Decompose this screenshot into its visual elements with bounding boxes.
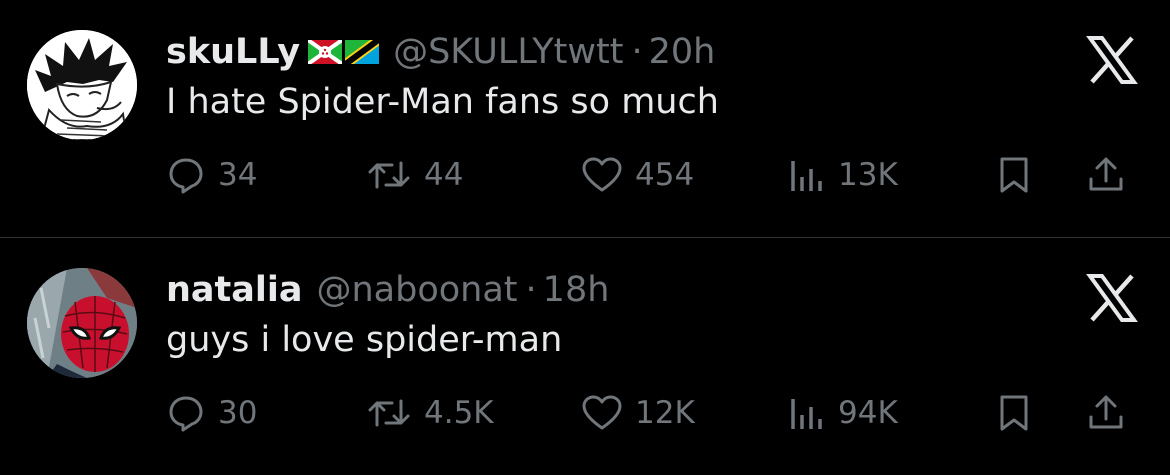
retweet-count: 4.5K xyxy=(424,395,494,431)
manga-character-avatar xyxy=(27,30,137,140)
tweet-text: I hate Spider-Man fans so much xyxy=(166,82,719,122)
flag-emojis xyxy=(308,40,380,64)
user-handle[interactable]: @SKULLYtwtt xyxy=(393,32,623,72)
like-button[interactable]: 454 xyxy=(581,150,694,200)
spider-man-avatar xyxy=(27,268,137,378)
x-logo-icon xyxy=(1086,36,1138,84)
like-button[interactable]: 12K xyxy=(581,388,695,438)
like-count: 12K xyxy=(635,395,695,431)
reply-count: 30 xyxy=(218,395,258,431)
heart-icon xyxy=(582,395,622,430)
tweet-card[interactable]: natalia @naboonat · 18h guys i love spid… xyxy=(0,238,1170,475)
x-logo-icon xyxy=(1086,274,1138,322)
retweet-count: 44 xyxy=(424,157,464,193)
share-button[interactable] xyxy=(1086,388,1126,438)
speech-bubble-icon xyxy=(169,396,203,432)
speech-bubble-icon xyxy=(169,158,203,194)
tweet-text: guys i love spider-man xyxy=(166,320,563,360)
retweet-arrows-icon xyxy=(368,399,410,427)
flag-tanzania-icon xyxy=(345,40,380,64)
avatar[interactable] xyxy=(27,30,137,140)
display-name[interactable]: skuLLy xyxy=(166,32,300,72)
view-count: 94K xyxy=(838,395,898,431)
retweet-button[interactable]: 4.5K xyxy=(366,388,494,438)
timestamp[interactable]: 20h xyxy=(649,32,716,72)
share-upload-icon xyxy=(1089,395,1123,429)
heart-icon xyxy=(582,157,622,192)
reply-button[interactable]: 30 xyxy=(166,388,257,438)
action-bar: 30 4.5K 12K 94K xyxy=(166,388,1146,438)
reply-count: 34 xyxy=(218,157,258,193)
reply-button[interactable]: 34 xyxy=(166,150,257,200)
x-logo-button[interactable] xyxy=(1084,32,1140,88)
retweet-button[interactable]: 44 xyxy=(366,150,463,200)
separator-dot: · xyxy=(631,32,643,72)
tweet-header: skuLLy @SKULLYtwtt · 20h xyxy=(166,30,715,74)
bar-chart-icon xyxy=(791,161,822,191)
bookmark-icon xyxy=(1000,157,1028,193)
views-button[interactable]: 94K xyxy=(786,388,898,438)
like-count: 454 xyxy=(635,157,695,193)
share-upload-icon xyxy=(1089,157,1123,191)
x-logo-button[interactable] xyxy=(1084,270,1140,326)
avatar[interactable] xyxy=(27,268,137,378)
flag-burundi-icon xyxy=(308,40,343,64)
view-count: 13K xyxy=(838,157,898,193)
action-bar: 34 44 454 13K xyxy=(166,150,1146,200)
user-handle[interactable]: @naboonat xyxy=(317,270,518,310)
tweet-header: natalia @naboonat · 18h xyxy=(166,268,609,312)
tweet-card[interactable]: skuLLy @SKULLYtwtt · 20h I hate Spider-M… xyxy=(0,0,1170,237)
retweet-arrows-icon xyxy=(368,161,410,189)
display-name[interactable]: natalia xyxy=(166,270,303,310)
bookmark-icon xyxy=(1000,395,1028,431)
separator-dot: · xyxy=(525,270,537,310)
bookmark-button[interactable] xyxy=(996,150,1032,200)
bookmark-button[interactable] xyxy=(996,388,1032,438)
views-button[interactable]: 13K xyxy=(786,150,898,200)
share-button[interactable] xyxy=(1086,150,1126,200)
bar-chart-icon xyxy=(791,399,822,429)
timestamp[interactable]: 18h xyxy=(543,270,610,310)
